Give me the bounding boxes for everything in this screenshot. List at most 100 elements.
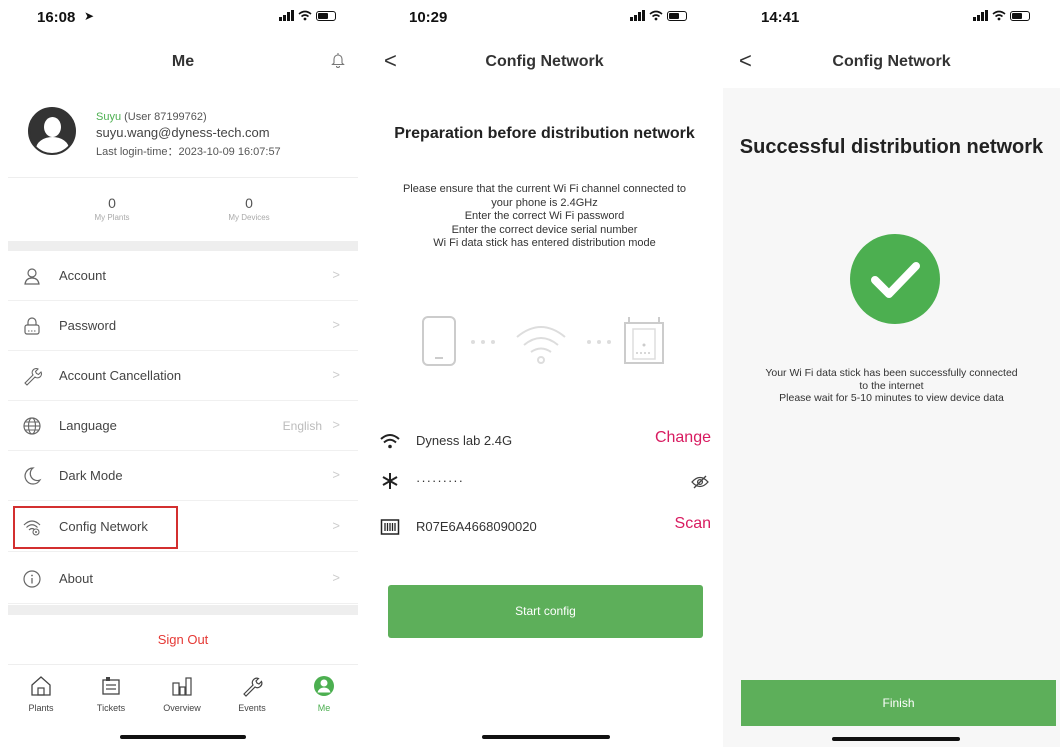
wifi-name: Dyness lab 2.4G xyxy=(416,433,513,448)
config-success-screen: 14:41 < Config Network Successful distri… xyxy=(723,0,1060,747)
status-time: 16:08 xyxy=(37,9,76,26)
finish-button[interactable]: Finish xyxy=(741,680,1056,726)
instruction-line: Enter the correct Wi Fi password xyxy=(464,210,625,222)
stat-my-devices[interactable]: 0 My Devices xyxy=(199,195,299,222)
wifi-icon xyxy=(380,434,400,449)
menu-item-dark-mode[interactable]: Dark Mode > xyxy=(8,451,358,501)
menu-item-password[interactable]: Password > xyxy=(8,301,358,351)
instruction-line: Enter the correct device serial number xyxy=(451,223,638,236)
password-row: ········· xyxy=(380,467,711,495)
tab-overview[interactable]: Overview xyxy=(157,675,207,713)
info-icon xyxy=(23,570,41,588)
wrench-icon xyxy=(24,368,42,386)
tab-label: Me xyxy=(317,703,331,713)
user-id: (User 87199762) xyxy=(124,111,207,123)
battery-icon xyxy=(316,10,336,21)
home-icon xyxy=(31,676,51,696)
ticket-icon xyxy=(102,677,120,695)
globe-icon xyxy=(23,417,41,435)
success-message: Your Wi Fi data stick has been successfu… xyxy=(733,367,1050,405)
section-band xyxy=(8,605,358,615)
avatar[interactable] xyxy=(28,107,76,155)
section-band xyxy=(8,241,358,251)
battery-icon xyxy=(667,10,687,21)
menu-item-language[interactable]: Language English > xyxy=(8,401,358,451)
start-config-button[interactable]: Start config xyxy=(388,585,703,638)
serial-number[interactable]: R07E6A4668090020 xyxy=(416,519,537,534)
home-indicator xyxy=(832,737,960,741)
home-indicator xyxy=(482,735,610,739)
stat-value: 0 xyxy=(108,195,116,211)
tab-tickets[interactable]: Tickets xyxy=(86,675,136,713)
scan-button[interactable]: Scan xyxy=(675,515,711,533)
dots-right xyxy=(587,340,611,344)
lock-icon xyxy=(24,317,40,335)
menu-label: About xyxy=(59,571,93,586)
me-screen: 16:08 ➤ Me Suyu (User 87199762) suyu.wan… xyxy=(0,0,366,747)
tab-label: Tickets xyxy=(96,703,126,713)
wifi-signal-icon xyxy=(516,326,566,364)
bell-icon[interactable] xyxy=(331,52,345,68)
config-network-screen: 10:29 < Config Network Preparation befor… xyxy=(366,0,723,747)
status-icons xyxy=(973,10,1030,21)
success-line: Your Wi Fi data stick has been successfu… xyxy=(765,367,1018,392)
tab-bar: Plants Tickets Overview Events Me xyxy=(8,664,358,724)
serial-row: R07E6A4668090020 Scan xyxy=(380,513,711,541)
menu-item-about[interactable]: About > xyxy=(8,554,358,604)
tab-events[interactable]: Events xyxy=(227,675,277,713)
user-icon xyxy=(24,268,40,285)
menu-label: Password xyxy=(59,318,117,333)
user-name-line: Suyu (User 87199762) xyxy=(96,111,207,123)
last-login: Last login-time：2023-10-09 16:07:57 xyxy=(96,146,281,158)
menu-item-account[interactable]: Account > xyxy=(8,251,358,301)
wrench-icon xyxy=(243,677,263,697)
status-bar: 16:08 ➤ xyxy=(0,0,366,34)
asterisk-icon xyxy=(382,473,398,489)
preparation-instructions: Please ensure that the current Wi Fi cha… xyxy=(376,183,713,251)
language-value: English xyxy=(282,419,322,433)
chevron-right-icon: > xyxy=(332,267,340,282)
eye-off-icon[interactable] xyxy=(691,475,709,489)
nav-bar: < Config Network xyxy=(723,36,1060,88)
tab-label: Overview xyxy=(163,703,201,713)
checkmark-icon xyxy=(871,262,920,298)
signal-icon xyxy=(630,10,645,21)
success-line: Please wait for 5-10 minutes to view dev… xyxy=(779,392,1004,404)
chevron-right-icon: > xyxy=(332,367,340,382)
page-title: Config Network xyxy=(485,53,604,70)
config-network-highlight xyxy=(13,506,178,549)
wifi-row: Dyness lab 2.4G Change xyxy=(380,427,711,455)
tab-label: Events xyxy=(238,703,266,713)
status-bar: 14:41 xyxy=(723,0,1060,36)
home-indicator xyxy=(120,735,246,739)
menu-label: Language xyxy=(59,418,117,433)
profile-icon xyxy=(314,676,334,696)
barcode-icon xyxy=(380,519,400,535)
chevron-right-icon: > xyxy=(332,317,340,332)
signal-icon xyxy=(973,10,988,21)
menu-item-account-cancellation[interactable]: Account Cancellation > xyxy=(8,351,358,401)
phone-to-datastick-illustration xyxy=(422,316,664,366)
stat-my-plants[interactable]: 0 My Plants xyxy=(62,195,162,222)
tab-plants[interactable]: Plants xyxy=(16,675,66,713)
stat-label: My Plants xyxy=(94,213,130,222)
menu-label: Account xyxy=(59,268,106,283)
password-field[interactable]: ········· xyxy=(416,473,464,488)
instruction-line: Please ensure that the current Wi Fi cha… xyxy=(402,183,687,209)
divider xyxy=(8,177,358,178)
stat-value: 0 xyxy=(245,195,253,211)
phone-icon xyxy=(422,316,456,366)
datastick-icon xyxy=(624,317,664,364)
preparation-title: Preparation before distribution network xyxy=(394,125,695,142)
success-title: Successful distribution network xyxy=(739,136,1044,158)
chevron-right-icon: > xyxy=(332,467,340,482)
user-name: Suyu xyxy=(96,111,122,123)
sign-out-button[interactable]: Sign Out xyxy=(0,632,366,647)
signal-icon xyxy=(279,10,294,21)
change-wifi-button[interactable]: Change xyxy=(655,429,711,447)
chevron-right-icon: > xyxy=(332,417,340,432)
wifi-icon xyxy=(992,10,1006,21)
location-arrow-icon: ➤ xyxy=(84,9,95,23)
chart-icon xyxy=(172,677,192,696)
tab-me[interactable]: Me xyxy=(299,675,349,713)
